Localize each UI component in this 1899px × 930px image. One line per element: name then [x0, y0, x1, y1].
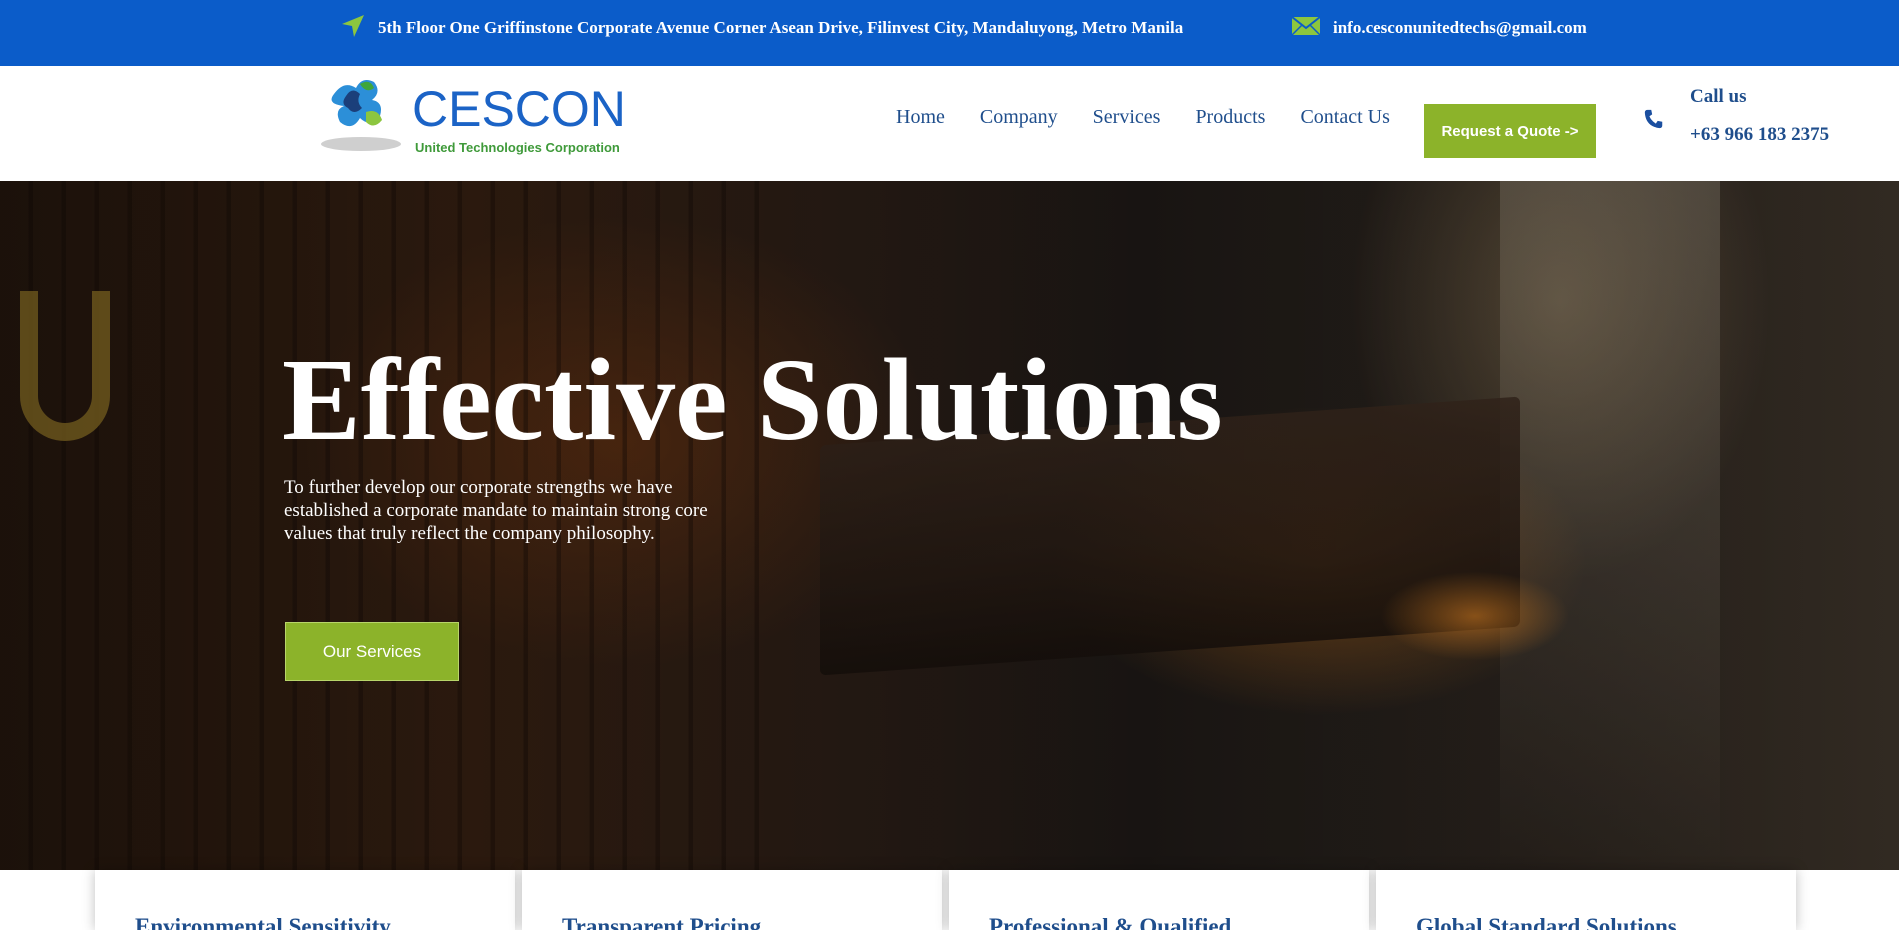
feature-card[interactable]: Professional & Qualified — [949, 870, 1369, 930]
call-us-label: Call us — [1690, 86, 1747, 107]
nav-services[interactable]: Services — [1093, 106, 1161, 129]
request-quote-button[interactable]: Request a Quote -> — [1424, 104, 1596, 158]
logo-mark-icon — [321, 80, 401, 151]
site-logo[interactable]: CESCON United Technologies Corporation — [316, 72, 626, 160]
top-info-bar: 5th Floor One Griffinstone Corporate Ave… — [0, 0, 1899, 66]
feature-card-title: Transparent Pricing — [562, 914, 762, 930]
feature-card[interactable]: Transparent Pricing — [522, 870, 942, 930]
email-link[interactable]: info.cesconunitedtechs@gmail.com — [1333, 18, 1587, 38]
hero-title: Effective Solutions — [282, 334, 1223, 465]
feature-card[interactable]: Global Standard Solutions — [1376, 870, 1796, 930]
main-nav: Home Company Services Products Contact U… — [896, 106, 1425, 129]
address-block: 5th Floor One Griffinstone Corporate Ave… — [340, 14, 1183, 42]
phone-number[interactable]: +63 966 183 2375 — [1690, 124, 1829, 146]
nav-home[interactable]: Home — [896, 106, 945, 129]
location-arrow-icon — [340, 13, 366, 44]
feature-card-title: Professional & Qualified — [989, 914, 1232, 930]
feature-card-title: Environmental Sensitivity — [135, 914, 391, 930]
logo-tagline: United Technologies Corporation — [415, 140, 620, 155]
phone-icon — [1643, 108, 1665, 135]
feature-card-title: Global Standard Solutions — [1416, 914, 1677, 930]
hero-description: To further develop our corporate strengt… — [284, 477, 708, 544]
site-header: CESCON United Technologies Corporation H… — [0, 66, 1899, 181]
address-text: 5th Floor One Griffinstone Corporate Ave… — [378, 18, 1184, 37]
logo-wordmark: CESCON — [412, 81, 626, 137]
our-services-button[interactable]: Our Services — [285, 622, 459, 681]
email-block[interactable]: info.cesconunitedtechs@gmail.com — [1291, 14, 1587, 42]
feature-cards: Environmental Sensitivity Transparent Pr… — [0, 870, 1899, 930]
hero-banner: Effective Solutions To further develop o… — [0, 181, 1899, 870]
envelope-icon — [1291, 15, 1321, 41]
nav-company[interactable]: Company — [980, 106, 1058, 129]
nav-products[interactable]: Products — [1195, 106, 1265, 129]
nav-contact-us[interactable]: Contact Us — [1300, 106, 1389, 129]
feature-card[interactable]: Environmental Sensitivity — [95, 870, 515, 930]
